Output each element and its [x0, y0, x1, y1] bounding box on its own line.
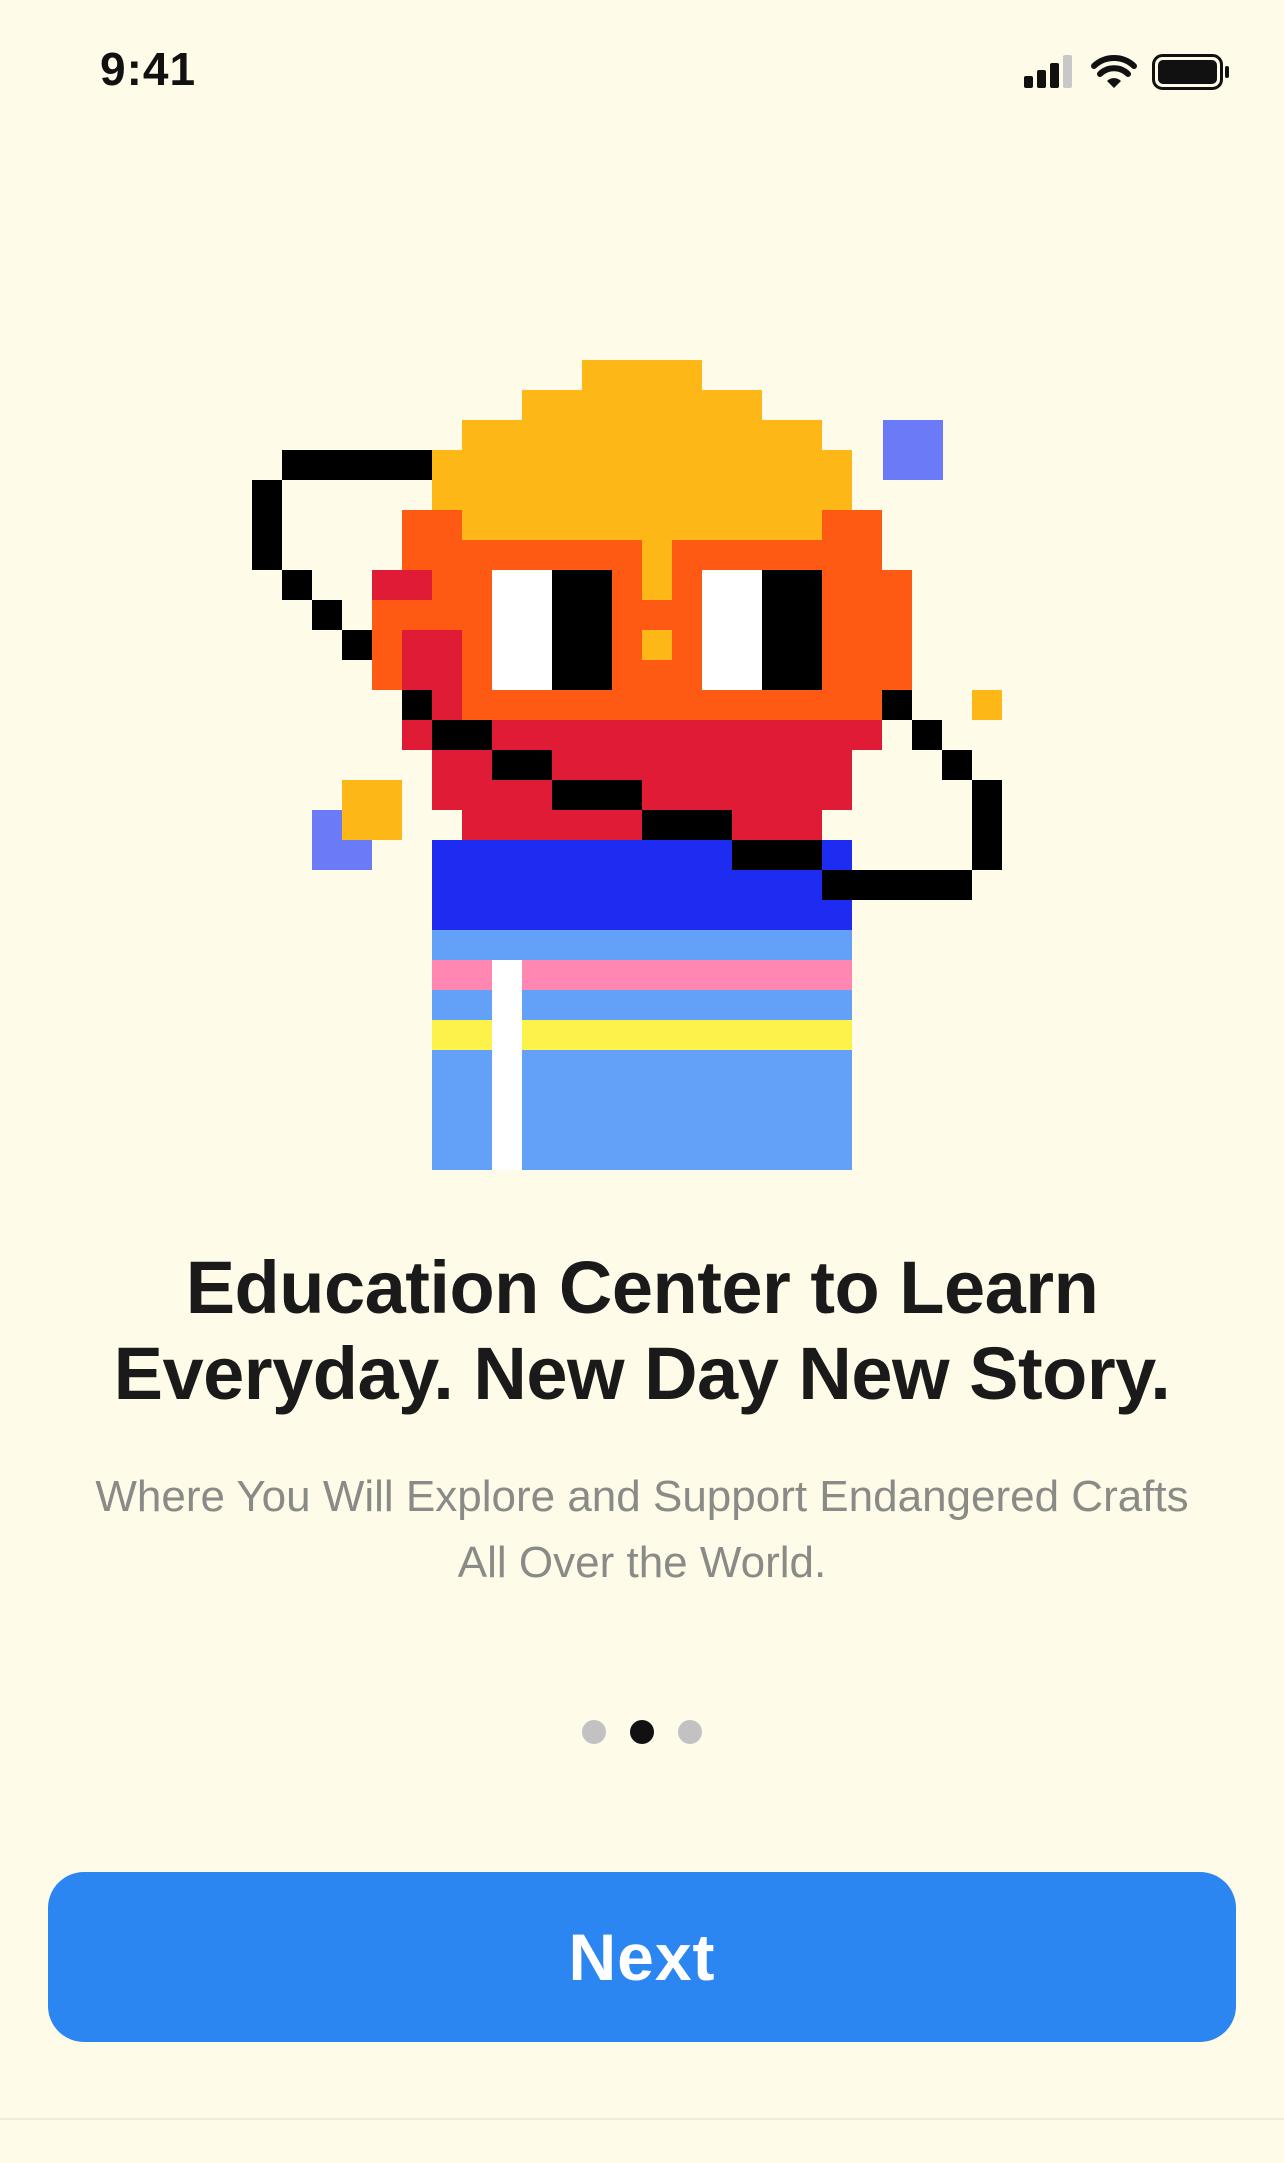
- confetti-yellow-left: [342, 780, 402, 840]
- page-dot-2[interactable]: [630, 1720, 654, 1744]
- bottom-divider: [0, 2118, 1284, 2120]
- subtitle-line-2: All Over the World.: [457, 1538, 827, 1587]
- headline-line-2: Everyday. New Day New Story.: [113, 1332, 1171, 1415]
- confetti-purple-top: [883, 420, 943, 480]
- page-indicator: [0, 1720, 1284, 1744]
- pants: [432, 930, 852, 1170]
- headline-line-1: Education Center to Learn: [185, 1246, 1099, 1329]
- confetti-yellow-small: [972, 690, 1002, 720]
- onboarding-headline: Education Center to Learn Everyday. New …: [60, 1245, 1224, 1417]
- pixel-mascot-illustration: [252, 360, 1002, 1170]
- right-eye: [702, 570, 822, 690]
- onboarding-subtitle: Where You Will Explore and Support Endan…: [40, 1464, 1244, 1596]
- page-dot-1[interactable]: [582, 1720, 606, 1744]
- page-dot-3[interactable]: [678, 1720, 702, 1744]
- subtitle-line-1: Where You Will Explore and Support Endan…: [95, 1472, 1189, 1521]
- left-eye: [492, 570, 612, 690]
- next-button[interactable]: Next: [48, 1872, 1236, 2042]
